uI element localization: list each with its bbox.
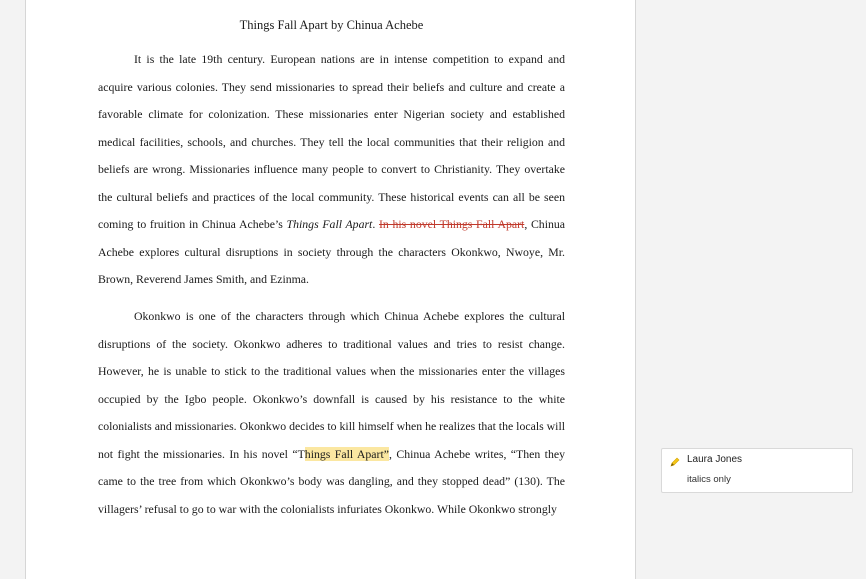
- comment-text: italics only: [687, 474, 731, 485]
- tracked-deletion[interactable]: In his novel Things Fall Apart: [379, 217, 524, 231]
- document-page[interactable]: Things Fall Apart by Chinua Achebe It is…: [25, 0, 636, 579]
- pencil-icon: [669, 455, 681, 467]
- period-text: .: [372, 217, 379, 231]
- comment-author: Laura Jones: [687, 454, 743, 465]
- commented-highlight[interactable]: hings Fall Apart”: [304, 446, 389, 461]
- italic-book-title: Things Fall Apart: [286, 217, 373, 231]
- paragraph-1-text: It is the late 19th century. European na…: [98, 52, 565, 231]
- document-title: Things Fall Apart by Chinua Achebe: [239, 18, 424, 32]
- paragraph-2-text: Okonkwo is one of the characters through…: [98, 309, 565, 461]
- comment-card[interactable]: Laura Jones italics only: [661, 448, 853, 493]
- paragraph-2[interactable]: Okonkwo is one of the characters through…: [98, 303, 565, 523]
- paragraph-1[interactable]: It is the late 19th century. European na…: [98, 46, 565, 294]
